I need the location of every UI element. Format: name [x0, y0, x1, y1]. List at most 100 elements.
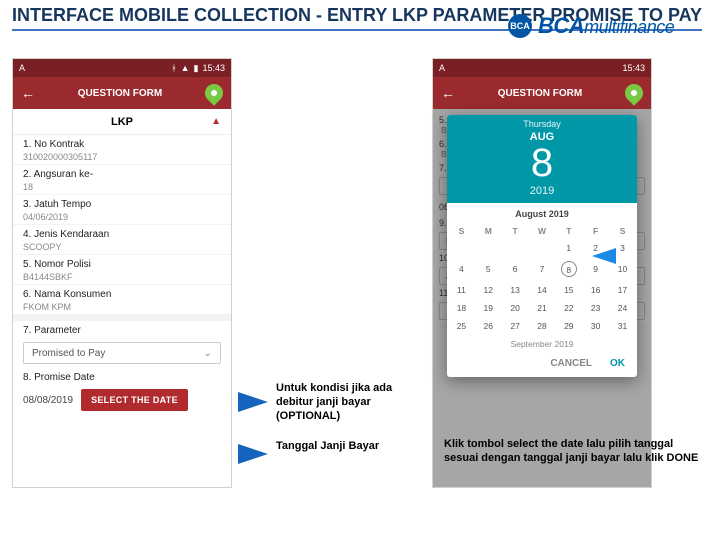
calendar-day[interactable]: 18 — [449, 300, 474, 316]
value-angsuran: 18 — [23, 182, 221, 192]
android-statusbar: A 15:43 — [433, 59, 651, 77]
caption-parameter: Untuk kondisi jika ada debitur janji bay… — [276, 382, 431, 423]
calendar-day[interactable]: 19 — [476, 300, 501, 316]
logo-text-bold: BCA — [538, 13, 584, 39]
carrier-text: A — [19, 63, 25, 73]
wifi-icon: ▲ — [181, 63, 190, 73]
date-picker-header: Thursday AUG 8 2019 — [447, 115, 637, 203]
carrier-text: A — [439, 63, 445, 73]
label-parameter: 7. Parameter — [23, 325, 221, 336]
value-nomor-polisi: B4144SBKF — [23, 272, 221, 282]
collapse-icon: ▲ — [211, 116, 221, 127]
chevron-down-icon: ⌄ — [204, 348, 212, 359]
back-icon[interactable]: ← — [441, 85, 455, 101]
calendar-dow: T — [556, 224, 581, 238]
calendar-day[interactable]: 26 — [476, 318, 501, 334]
parameter-select-value: Promised to Pay — [32, 348, 105, 359]
phone-screenshot-left: A ᚼ ▲ ▮ 15:43 ← QUESTION FORM LKP ▲ 1. N… — [12, 58, 232, 488]
dp-next-month: September 2019 — [447, 336, 637, 352]
calendar-day[interactable]: 13 — [503, 282, 528, 298]
calendar-day[interactable]: 27 — [503, 318, 528, 334]
value-jatuh-tempo: 04/06/2019 — [23, 212, 221, 222]
app-toolbar: ← QUESTION FORM — [433, 77, 651, 109]
clock-text: 15:43 — [202, 63, 225, 73]
calendar-day[interactable]: 22 — [556, 300, 581, 316]
calendar-day[interactable]: 1 — [556, 240, 581, 256]
dp-weekday: Thursday — [447, 119, 637, 129]
slide-header: INTERFACE MOBILE COLLECTION - ENTRY LKP … — [12, 4, 708, 52]
location-pin-icon[interactable] — [201, 80, 226, 105]
ok-button[interactable]: OK — [610, 358, 625, 369]
label-angsuran: 2. Angsuran ke- — [23, 169, 221, 180]
dp-year: 2019 — [447, 185, 637, 197]
appbar-title: QUESTION FORM — [78, 88, 162, 99]
calendar-day[interactable]: 25 — [449, 318, 474, 334]
clock-text: 15:43 — [622, 63, 645, 73]
calendar-day[interactable]: 8 — [556, 258, 581, 280]
appbar-title: QUESTION FORM — [498, 88, 582, 99]
calendar-day[interactable]: 24 — [610, 300, 635, 316]
calendar-day[interactable]: 28 — [530, 318, 555, 334]
calendar-day[interactable]: 12 — [476, 282, 501, 298]
logo-badge-icon: BCA — [508, 14, 532, 38]
calendar-day — [449, 240, 474, 256]
back-icon[interactable]: ← — [21, 85, 35, 101]
calendar-dow: T — [503, 224, 528, 238]
logo-text-rest: multifinance — [584, 17, 674, 38]
calendar-day[interactable]: 4 — [449, 258, 474, 280]
select-date-button[interactable]: SELECT THE DATE — [81, 389, 188, 411]
phone-screenshot-right: A 15:43 ← QUESTION FORM 5. NoB12 6. NABE… — [432, 58, 652, 488]
calendar-day[interactable]: 7 — [530, 258, 555, 280]
calendar-day[interactable]: 14 — [530, 282, 555, 298]
calendar-day[interactable]: 6 — [503, 258, 528, 280]
calendar-day[interactable]: 15 — [556, 282, 581, 298]
section-lkp-label: LKP — [111, 116, 133, 128]
annotation-arrow-icon — [238, 392, 268, 412]
cancel-button[interactable]: CANCEL — [550, 358, 592, 369]
calendar-grid: SMTWTFS 12345678910111213141516171819202… — [447, 222, 637, 336]
calendar-day[interactable]: 17 — [610, 282, 635, 298]
calendar-dow: M — [476, 224, 501, 238]
location-pin-icon[interactable] — [621, 80, 646, 105]
form-body: 1. No Kontrak 310020000305117 2. Angsuran… — [13, 135, 231, 415]
caption-date: Tanggal Janji Bayar — [276, 440, 426, 454]
value-no-kontrak: 310020000305117 — [23, 152, 221, 162]
calendar-day — [530, 240, 555, 256]
calendar-day[interactable]: 21 — [530, 300, 555, 316]
dp-day-number: 8 — [447, 143, 637, 183]
calendar-day[interactable]: 30 — [583, 318, 608, 334]
calendar-day — [476, 240, 501, 256]
label-nomor-polisi: 5. Nomor Polisi — [23, 259, 221, 270]
label-jatuh-tempo: 3. Jatuh Tempo — [23, 199, 221, 210]
value-jenis-kendaraan: SCOOPY — [23, 242, 221, 252]
app-toolbar: ← QUESTION FORM — [13, 77, 231, 109]
calendar-day[interactable]: 23 — [583, 300, 608, 316]
calendar-day[interactable]: 20 — [503, 300, 528, 316]
calendar-day — [503, 240, 528, 256]
annotation-arrow-icon — [592, 248, 616, 264]
caption-instructions: Klik tombol select the date lalu pilih t… — [444, 438, 704, 466]
calendar-dow: F — [583, 224, 608, 238]
calendar-dow: W — [530, 224, 555, 238]
value-nama-konsumen: FKOM KPM — [23, 302, 221, 312]
calendar-day[interactable]: 5 — [476, 258, 501, 280]
bluetooth-icon: ᚼ — [171, 63, 176, 73]
section-header-lkp[interactable]: LKP ▲ — [13, 109, 231, 135]
calendar-day[interactable]: 16 — [583, 282, 608, 298]
label-no-kontrak: 1. No Kontrak — [23, 139, 221, 150]
calendar-day[interactable]: 31 — [610, 318, 635, 334]
parameter-select[interactable]: Promised to Pay ⌄ — [23, 342, 221, 364]
date-picker-modal: Thursday AUG 8 2019 August 2019 SMTWTFS … — [447, 115, 637, 377]
calendar-dow: S — [449, 224, 474, 238]
brand-logo: BCA BCA multifinance — [508, 6, 708, 46]
calendar-dow: S — [610, 224, 635, 238]
dp-month-label: August 2019 — [447, 203, 637, 222]
annotation-arrow-icon — [238, 444, 268, 464]
calendar-day[interactable]: 29 — [556, 318, 581, 334]
label-nama-konsumen: 6. Nama Konsumen — [23, 289, 221, 300]
label-jenis-kendaraan: 4. Jenis Kendaraan — [23, 229, 221, 240]
label-promise-date: 8. Promise Date — [23, 372, 221, 383]
calendar-day[interactable]: 11 — [449, 282, 474, 298]
value-promise-date: 08/08/2019 — [23, 395, 73, 406]
signal-icon: ▮ — [194, 63, 199, 74]
